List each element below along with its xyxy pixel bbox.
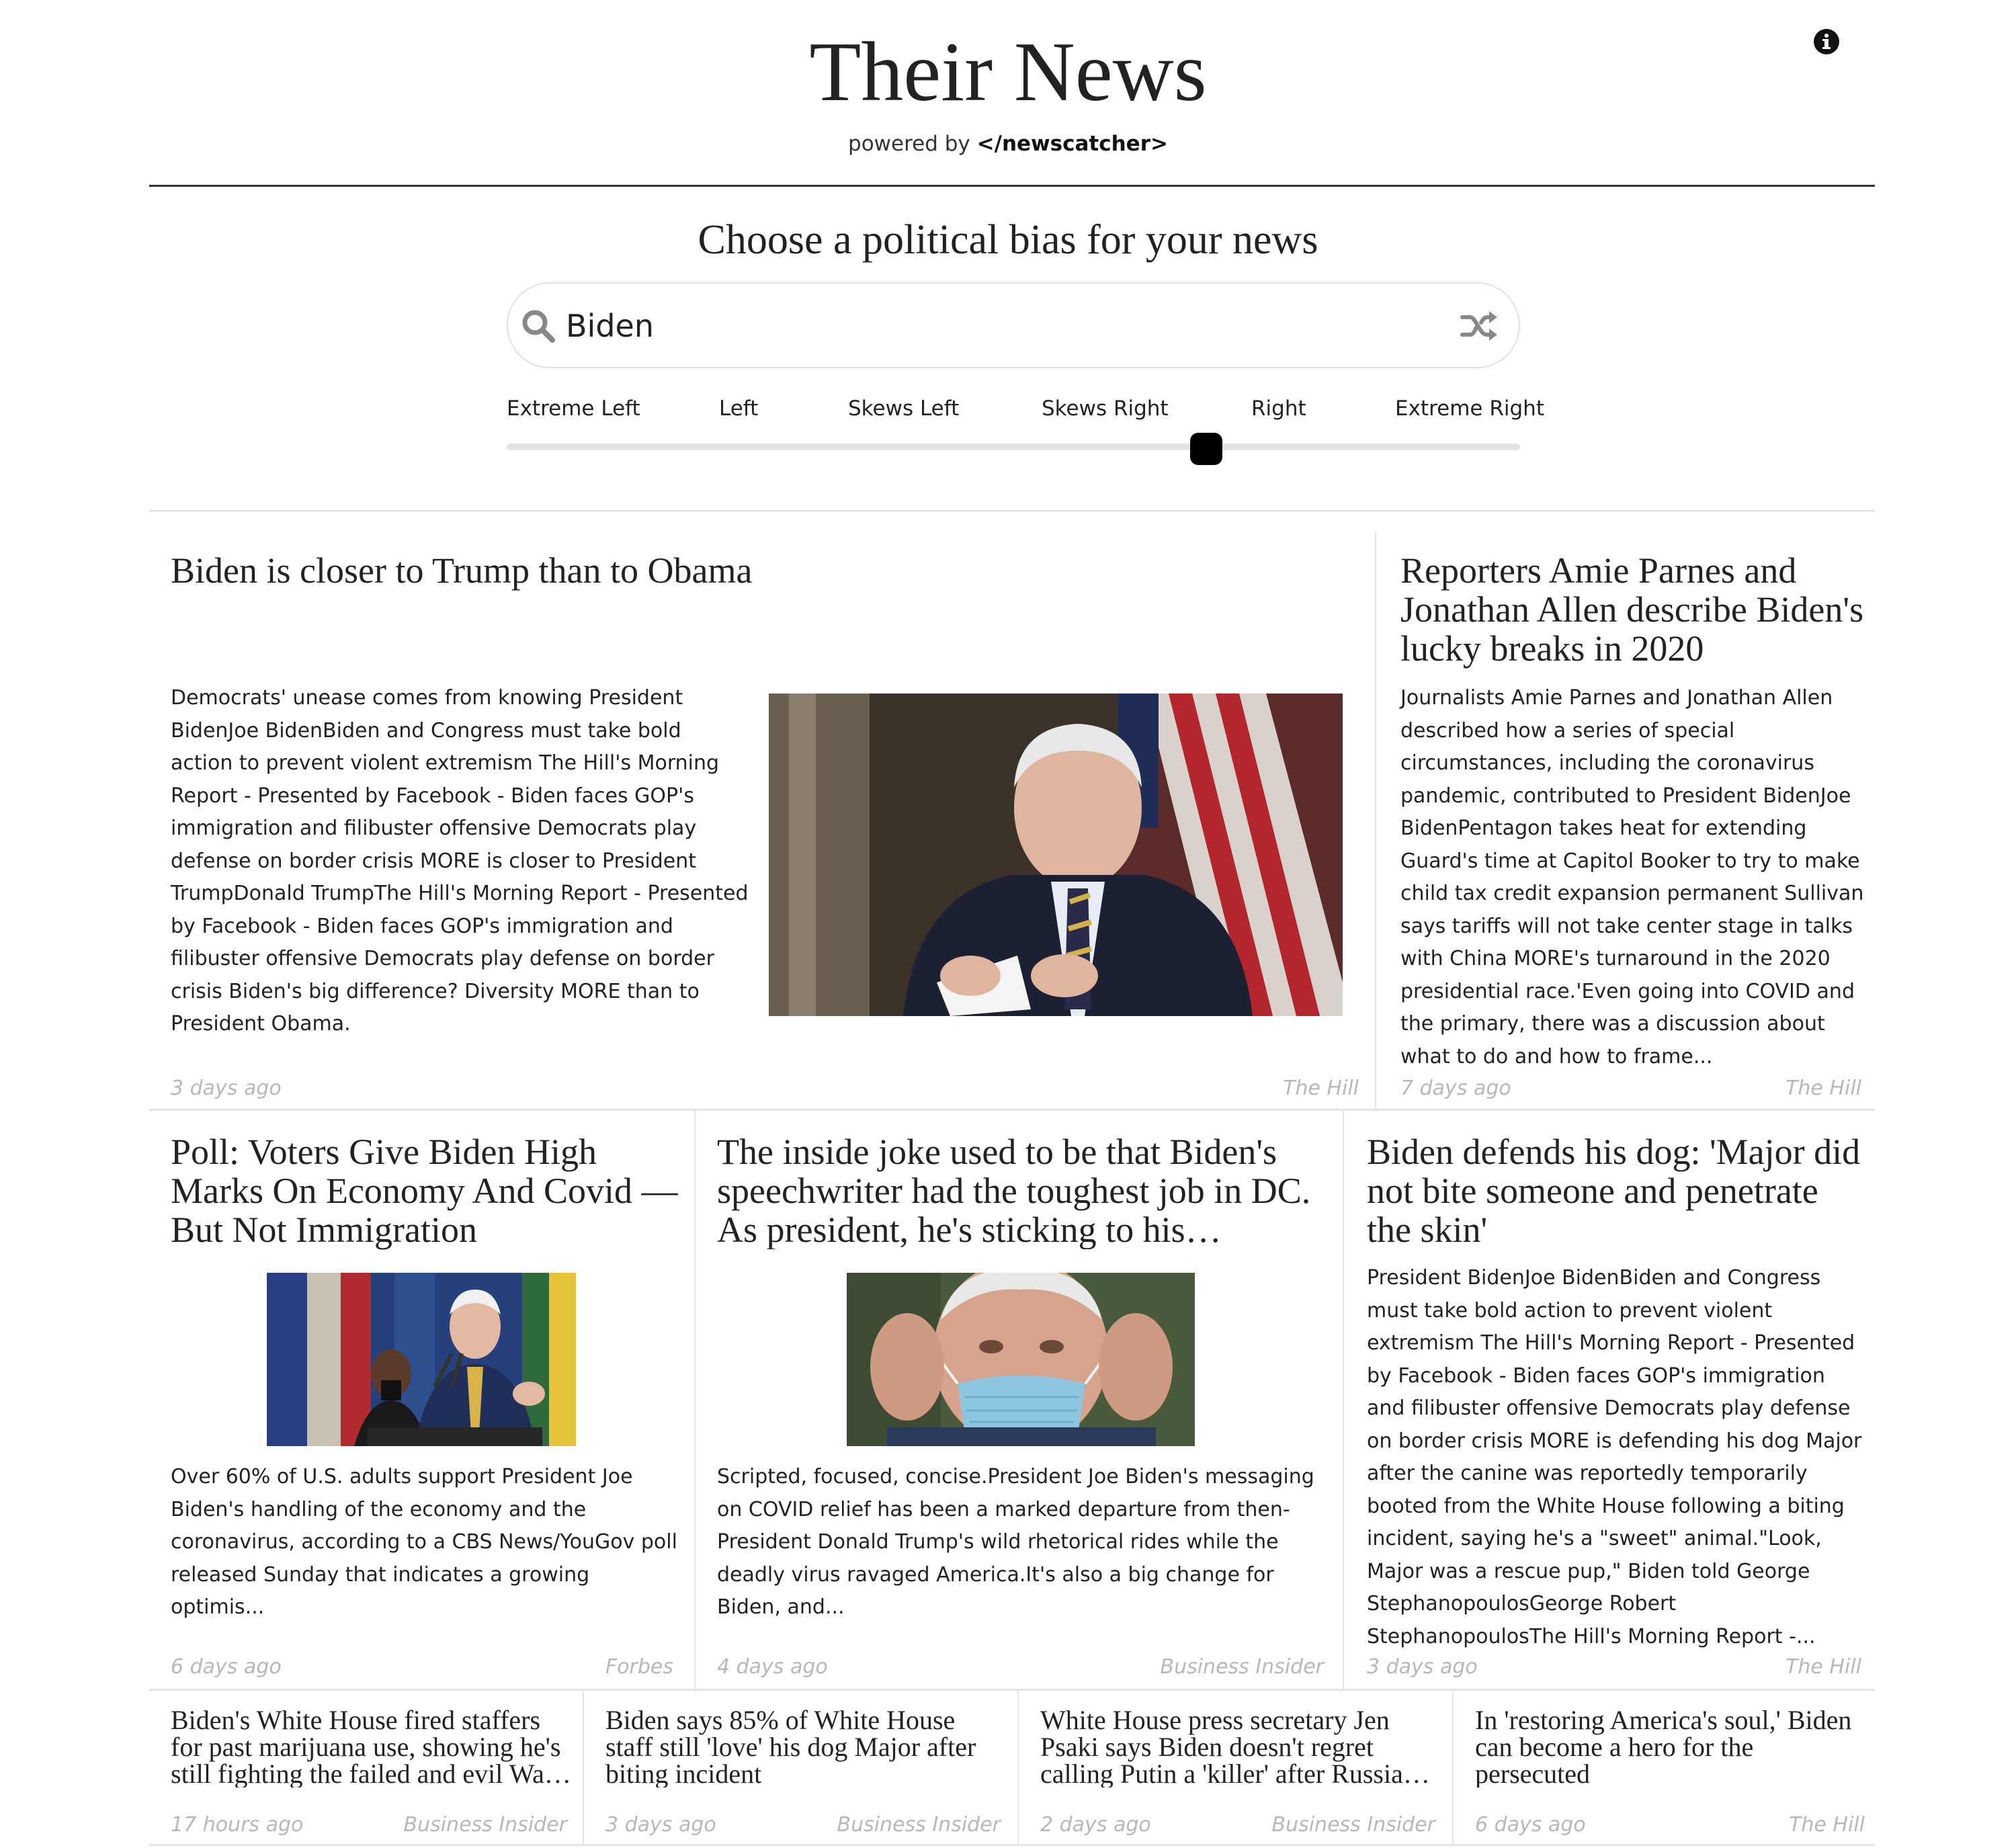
newscatcher-link[interactable]: </newscatcher> <box>977 132 1168 156</box>
article-source[interactable]: The Hill <box>1658 1077 1861 1100</box>
bias-heading: Choose a political bias for your news <box>698 217 1318 263</box>
site-title: Their News <box>809 26 1207 119</box>
article-title[interactable]: Biden's White House fired staffers for p… <box>171 1707 574 1788</box>
header-divider <box>149 185 1875 187</box>
article-card[interactable]: The inside joke used to be that Biden's … <box>696 1111 1343 1689</box>
bias-label-right[interactable]: Right <box>1251 396 1306 421</box>
article-title[interactable]: White House press secretary Jen Psaki sa… <box>1040 1707 1443 1788</box>
powered-by-prefix: powered by <box>848 132 970 156</box>
article-title[interactable]: Poll: Voters Give Biden High Marks On Ec… <box>171 1132 688 1249</box>
article-time: 2 days ago <box>1040 1813 1151 1837</box>
article-time: 3 days ago <box>171 1077 282 1100</box>
article-source[interactable]: Business Insider <box>1032 1655 1325 1679</box>
article-source[interactable]: Business Insider <box>786 1813 1001 1837</box>
bottom-divider <box>149 1844 1875 1846</box>
article-title[interactable]: The inside joke used to be that Biden's … <box>717 1132 1322 1249</box>
search-icon <box>520 308 556 344</box>
article-description: Over 60% of U.S. adults support Presiden… <box>171 1465 677 1619</box>
article-title[interactable]: Biden says 85% of White House staff stil… <box>605 1707 1009 1788</box>
article-time: 3 days ago <box>605 1813 716 1837</box>
article-card[interactable]: Biden says 85% of White House staff stil… <box>584 1691 1017 1845</box>
article-time: 6 days ago <box>171 1655 282 1679</box>
article-source[interactable]: Business Insider <box>351 1813 568 1837</box>
article-time: 3 days ago <box>1367 1655 1478 1679</box>
article-description: Journalists Amie Parnes and Jonathan All… <box>1400 686 1864 1068</box>
article-card[interactable]: Biden is closer to Trump than to Obama D… <box>149 531 1374 1109</box>
article-description: Democrats' unease comes from knowing Pre… <box>171 686 749 1036</box>
article-source[interactable]: Forbes <box>472 1655 673 1679</box>
article-title[interactable]: In 'restoring America's soul,' Biden can… <box>1475 1707 1872 1788</box>
article-time: 7 days ago <box>1400 1077 1511 1100</box>
article-card[interactable]: Reporters Amie Parnes and Jonathan Allen… <box>1376 531 1875 1109</box>
bias-divider <box>149 510 1875 511</box>
bias-label-extreme-right[interactable]: Extreme Right <box>1395 396 1544 421</box>
article-source[interactable]: The Hill <box>1646 1655 1861 1679</box>
article-description: President BidenJoe BidenBiden and Congre… <box>1367 1266 1862 1648</box>
bias-slider-thumb[interactable] <box>1190 433 1222 465</box>
article-title[interactable]: Biden is closer to Trump than to Obama <box>171 551 1313 590</box>
article-time: 4 days ago <box>717 1655 828 1679</box>
article-description: Scripted, focused, concise.President Joe… <box>717 1465 1314 1619</box>
article-title[interactable]: Reporters Amie Parnes and Jonathan Allen… <box>1400 551 1864 668</box>
article-source[interactable]: The Hill <box>1157 1077 1359 1100</box>
article-title[interactable]: Biden defends his dog: 'Major did not bi… <box>1367 1132 1864 1249</box>
bias-label-skews-right[interactable]: Skews Right <box>1042 396 1169 421</box>
article-image[interactable] <box>847 1273 1195 1446</box>
article-image[interactable] <box>267 1273 576 1446</box>
bias-slider-track[interactable] <box>507 444 1520 450</box>
article-card[interactable]: Biden's White House fired staffers for p… <box>149 1691 583 1845</box>
article-card[interactable]: In 'restoring America's soul,' Biden can… <box>1454 1691 1875 1845</box>
shuffle-icon[interactable] <box>1460 309 1499 343</box>
bias-label-skews-left[interactable]: Skews Left <box>848 396 959 421</box>
powered-by-line: powered by </newscatcher> <box>0 132 2016 156</box>
info-circle-icon[interactable] <box>1813 28 1840 55</box>
article-time: 6 days ago <box>1475 1813 1586 1837</box>
article-source[interactable]: Business Insider <box>1220 1813 1436 1837</box>
article-card[interactable]: Biden defends his dog: 'Major did not bi… <box>1344 1111 1875 1689</box>
search-input[interactable] <box>566 301 1439 351</box>
article-time: 17 hours ago <box>171 1813 304 1837</box>
article-image[interactable] <box>769 694 1343 1016</box>
article-card[interactable]: Poll: Voters Give Biden High Marks On Ec… <box>149 1111 694 1689</box>
article-source[interactable]: The Hill <box>1655 1813 1865 1837</box>
bias-label-left[interactable]: Left <box>719 396 758 421</box>
article-card[interactable]: White House press secretary Jen Psaki sa… <box>1019 1691 1452 1845</box>
bias-label-extreme-left[interactable]: Extreme Left <box>507 396 640 421</box>
